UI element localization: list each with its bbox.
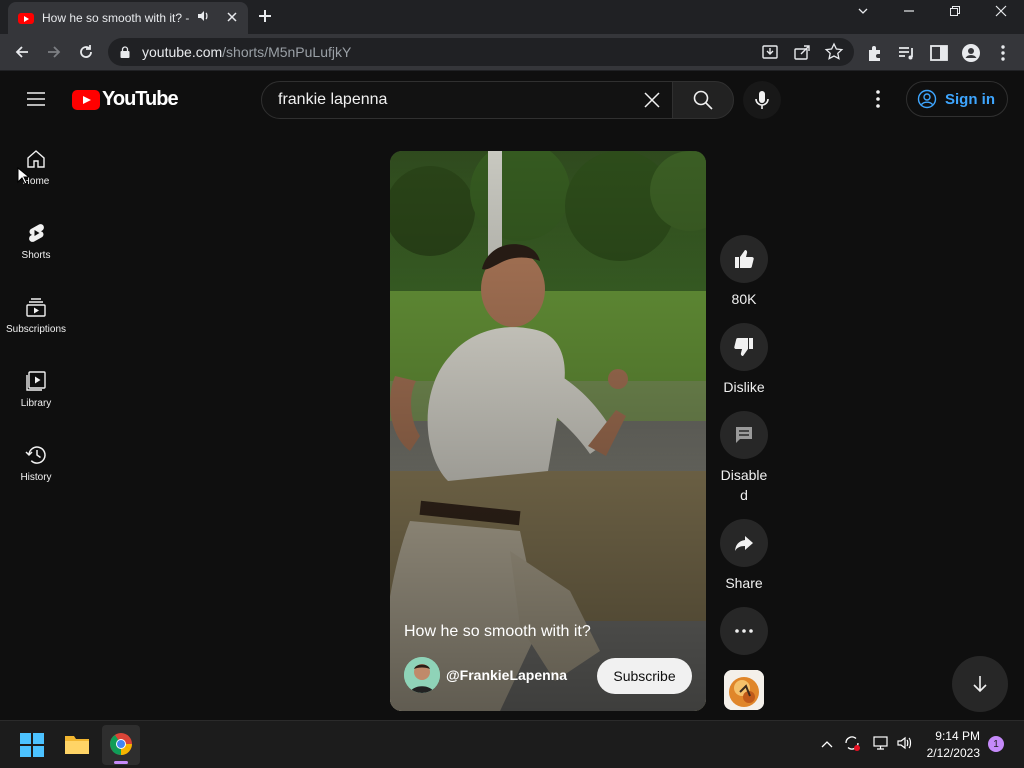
sound-pivot-thumbnail[interactable] <box>724 670 764 710</box>
short-title: How he so smooth with it? <box>404 623 591 640</box>
youtube-logo-text: YouTube <box>102 88 179 110</box>
more-horizontal-icon <box>735 629 753 633</box>
arrow-down-icon <box>973 676 987 693</box>
chrome-icon <box>110 733 132 755</box>
youtube-logo-icon <box>72 89 100 110</box>
channel-handle[interactable]: @FrankieLapenna <box>446 667 567 683</box>
windows-taskbar: 9:14 PM 2/12/2023 1 <box>0 720 1024 768</box>
comments-button[interactable] <box>720 411 768 459</box>
file-explorer-icon[interactable] <box>64 733 90 755</box>
youtube-header: YouTube Sign in <box>0 71 1024 127</box>
browser-toolbar: youtube.com/shorts/M5nPuLufjkY <box>0 34 1024 71</box>
minimize-button[interactable] <box>886 4 932 20</box>
windows-start-icon[interactable] <box>20 733 44 757</box>
search-box <box>261 81 673 119</box>
channel-avatar[interactable] <box>404 657 440 693</box>
network-icon[interactable] <box>871 735 889 751</box>
guide-label: History <box>20 472 52 483</box>
like-button[interactable] <box>720 235 768 283</box>
side-panel-icon[interactable] <box>928 42 950 64</box>
back-button[interactable] <box>10 40 34 64</box>
restore-button[interactable] <box>932 4 978 20</box>
guide-item-history[interactable]: History <box>0 444 72 518</box>
more-options-button[interactable] <box>720 607 768 655</box>
speaker-icon[interactable] <box>196 9 210 28</box>
share-button[interactable] <box>720 519 768 567</box>
notification-badge[interactable]: 1 <box>988 736 1004 752</box>
thumbs-down-icon <box>734 338 753 356</box>
install-app-icon[interactable] <box>760 42 780 62</box>
clock-time[interactable]: 9:14 PM <box>920 729 980 743</box>
lock-icon <box>120 46 130 58</box>
chrome-taskbar-button[interactable] <box>102 725 140 765</box>
more-action <box>720 607 768 655</box>
subscriptions-icon <box>26 298 46 317</box>
share-icon <box>735 536 753 551</box>
voice-search-button[interactable] <box>743 81 781 119</box>
sign-in-button[interactable]: Sign in <box>906 81 1008 117</box>
next-short-button[interactable] <box>952 656 1008 712</box>
shorts-icon <box>29 224 44 242</box>
show-hidden-icons-chevron-icon[interactable] <box>820 738 834 750</box>
extensions-icon[interactable] <box>864 42 886 64</box>
sync-icon[interactable] <box>843 734 861 752</box>
subscribe-button[interactable]: Subscribe <box>597 658 692 694</box>
history-icon <box>25 446 46 464</box>
search-button[interactable] <box>672 81 734 119</box>
clock-date[interactable]: 2/12/2023 <box>920 746 980 760</box>
like-count: 80K <box>731 291 757 307</box>
share-page-icon[interactable] <box>792 42 812 62</box>
search-input[interactable] <box>278 91 618 109</box>
mouse-cursor-icon <box>17 167 29 185</box>
guide-item-subscriptions[interactable]: Subscriptions <box>0 296 72 370</box>
address-bar[interactable]: youtube.com/shorts/M5nPuLufjkY <box>108 38 854 66</box>
tab-search-chevron-icon[interactable] <box>840 4 886 20</box>
settings-more-icon[interactable] <box>868 89 888 109</box>
like-action: 80K <box>720 235 768 309</box>
dislike-button[interactable] <box>720 323 768 371</box>
media-controls-icon[interactable] <box>896 42 918 64</box>
microphone-icon <box>755 91 769 109</box>
library-icon <box>26 371 46 391</box>
dislike-action: Dislike <box>720 323 768 397</box>
thumbs-up-icon <box>735 250 754 268</box>
profile-icon[interactable] <box>960 42 982 64</box>
guide-menu-icon[interactable] <box>24 89 48 109</box>
comment-icon <box>736 427 752 443</box>
guide-item-home[interactable]: Home <box>0 148 72 222</box>
guide-item-shorts[interactable]: Shorts <box>0 222 72 296</box>
share-label: Share <box>725 575 763 591</box>
sign-in-label: Sign in <box>945 90 995 108</box>
search-icon <box>693 90 713 110</box>
guide-label: Shorts <box>21 250 51 261</box>
reload-button[interactable] <box>74 40 98 64</box>
guide-label: Subscriptions <box>5 324 67 335</box>
comments-action: Disabled <box>720 411 768 505</box>
guide-item-library[interactable]: Library <box>0 370 72 444</box>
youtube-favicon-icon <box>18 12 34 24</box>
tab-close-icon[interactable] <box>226 10 238 26</box>
new-tab-button[interactable] <box>258 6 272 29</box>
url-text: youtube.com/shorts/M5nPuLufjkY <box>142 44 352 60</box>
comments-disabled-label: Disabled <box>720 467 768 503</box>
volume-icon[interactable] <box>896 735 914 751</box>
bookmark-star-icon[interactable] <box>824 42 844 62</box>
guide-label: Library <box>20 398 52 409</box>
forward-button[interactable] <box>42 40 66 64</box>
browser-tab-strip: How he so smooth with it? - <box>0 0 1024 34</box>
browser-tab[interactable]: How he so smooth with it? - <box>8 2 248 34</box>
account-icon <box>917 89 937 109</box>
clear-search-icon[interactable] <box>642 90 662 110</box>
tab-title: How he so smooth with it? - <box>42 11 190 25</box>
youtube-logo[interactable]: YouTube <box>72 88 179 111</box>
chrome-menu-icon[interactable] <box>992 42 1014 64</box>
share-action: Share <box>720 519 768 593</box>
dislike-label: Dislike <box>723 379 765 395</box>
close-window-button[interactable] <box>978 4 1024 20</box>
